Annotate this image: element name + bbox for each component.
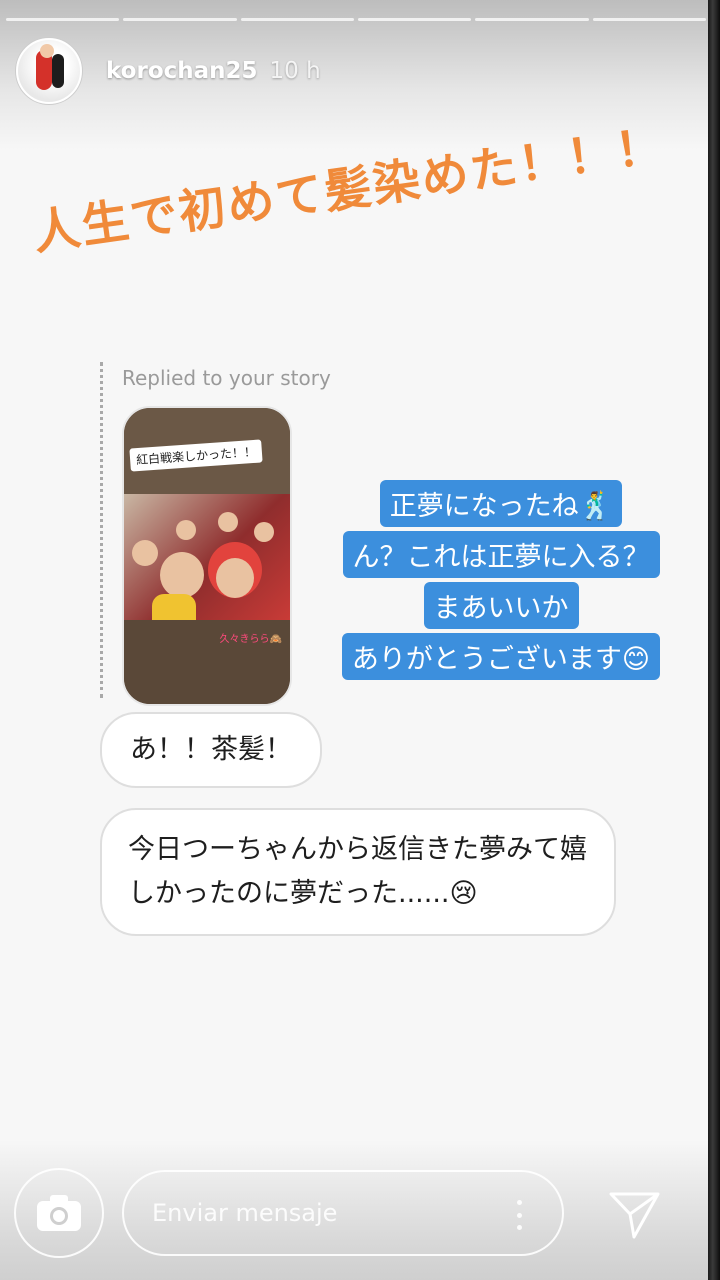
send-icon[interactable] [608, 1188, 662, 1240]
message-bubble: あ！！茶髪！ [100, 712, 322, 788]
device-edge [708, 0, 720, 1280]
story-reply-block: Replied to your story 紅白戦楽しかった！！ 久々きらら🙈 … [100, 362, 690, 706]
story-header: korochan25 10 h [16, 38, 321, 104]
progress-segment [240, 18, 354, 21]
message-bubble: 今日つーちゃんから返信きた夢みて嬉しかったのに夢だった......😢 [100, 808, 616, 936]
reply-line: ありがとうございます😊 [341, 633, 661, 680]
camera-icon [37, 1195, 81, 1231]
reply-dotted-divider [100, 362, 103, 698]
reply-line: まあいいか [423, 582, 579, 629]
avatar[interactable] [16, 38, 82, 104]
reply-line: ん？これは正夢に入る？ [342, 531, 660, 578]
reply-line: 正夢になったね🕺 [379, 480, 623, 527]
reply-text-bubbles: 正夢になったね🕺 ん？これは正夢に入る？ まあいいか ありがとうございます😊 [312, 480, 690, 684]
reply-label: Replied to your story [122, 366, 331, 390]
camera-button[interactable] [14, 1168, 104, 1258]
story-time: 10 h [269, 58, 321, 84]
replied-story-thumbnail[interactable]: 紅白戦楽しかった！！ 久々きらら🙈 [122, 406, 292, 706]
progress-segment [475, 18, 589, 21]
message-input[interactable]: Enviar mensaje [122, 1170, 564, 1256]
thumbnail-photo [124, 494, 290, 620]
progress-segment [6, 18, 120, 21]
message-input-placeholder: Enviar mensaje [152, 1199, 338, 1227]
progress-segment [357, 18, 472, 21]
progress-segment [592, 18, 706, 21]
thumbnail-tag: 久々きらら🙈 [219, 634, 282, 645]
progress-segment [123, 18, 237, 21]
more-vertical-icon[interactable] [516, 1200, 522, 1230]
username[interactable]: korochan25 [106, 58, 258, 84]
story-progress-bar [6, 18, 706, 21]
